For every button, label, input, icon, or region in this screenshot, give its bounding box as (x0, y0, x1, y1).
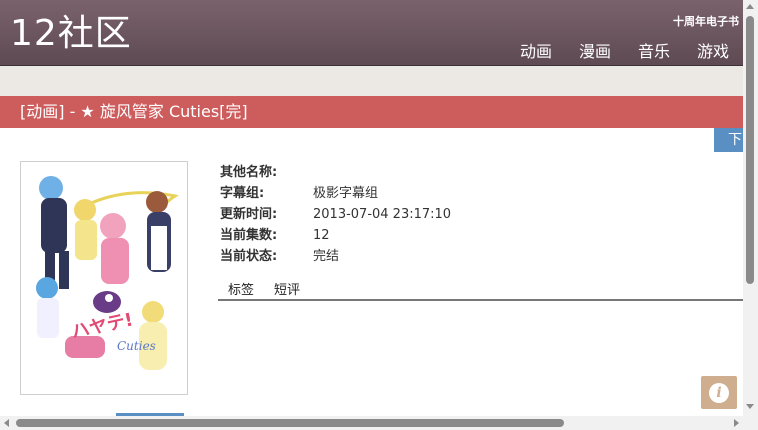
info-panel: 其他名称: 字幕组: 极影字幕组 更新时间: 2013-07-04 23:17:… (220, 162, 451, 267)
info-value: 2013-07-04 23:17:10 (313, 207, 452, 222)
vertical-scrollbar[interactable] (743, 0, 758, 416)
nav-manga[interactable]: 漫画 (579, 38, 611, 62)
info-row-aliases: 其他名称: (220, 162, 451, 183)
scroll-down-arrow-icon[interactable] (746, 404, 754, 409)
site-header: 12社区 十周年电子书 动画 漫画 音乐 游戏 (0, 0, 743, 66)
detail-tabs: 标签 短评 (218, 281, 743, 301)
main-nav: 动画 漫画 音乐 游戏 (520, 38, 729, 62)
info-button[interactable]: i (701, 376, 737, 409)
anniversary-ebook-link[interactable]: 十周年电子书 (673, 13, 739, 29)
info-value: 完结 (313, 249, 340, 264)
cover-illustration: ハヤテ! Cuties (25, 166, 183, 390)
scroll-up-arrow-icon[interactable] (746, 4, 754, 9)
scroll-left-arrow-icon[interactable] (4, 419, 9, 427)
page-viewport: 12社区 十周年电子书 动画 漫画 音乐 游戏 [动画] - ★ 旋风管家 Cu… (0, 0, 743, 416)
info-row-episodes: 当前集数: 12 (220, 225, 451, 246)
nav-anime[interactable]: 动画 (520, 38, 552, 62)
page-title: [动画] - ★ 旋风管家 Cuties[完] (0, 96, 743, 128)
vertical-scroll-thumb[interactable] (746, 16, 754, 284)
scrollbar-corner (743, 416, 758, 430)
info-label: 字幕组: (220, 186, 265, 201)
info-value: 12 (313, 228, 330, 243)
tab-reviews[interactable]: 短评 (264, 281, 310, 299)
info-label: 当前集数: (220, 228, 278, 243)
info-label: 当前状态: (220, 249, 278, 264)
scroll-right-arrow-icon[interactable] (734, 419, 739, 427)
nav-music[interactable]: 音乐 (638, 38, 670, 62)
download-tab[interactable]: 下 (714, 128, 743, 152)
horizontal-scroll-thumb[interactable] (16, 419, 564, 427)
info-row-subgroup: 字幕组: 极影字幕组 (220, 183, 451, 204)
site-logo[interactable]: 12社区 (10, 12, 132, 56)
nav-games[interactable]: 游戏 (697, 38, 729, 62)
info-row-updated: 更新时间: 2013-07-04 23:17:10 (220, 204, 451, 225)
tab-tags[interactable]: 标签 (218, 281, 264, 299)
info-row-status: 当前状态: 完结 (220, 246, 451, 267)
cover-image[interactable]: ハヤテ! Cuties (20, 161, 188, 395)
info-value: 极影字幕组 (313, 186, 379, 201)
info-label: 其他名称: (220, 165, 278, 180)
subheader-band (0, 66, 743, 96)
info-label: 更新时间: (220, 207, 278, 222)
info-icon: i (709, 382, 729, 403)
svg-text:Cuties: Cuties (117, 339, 156, 353)
horizontal-scrollbar[interactable] (0, 416, 743, 430)
